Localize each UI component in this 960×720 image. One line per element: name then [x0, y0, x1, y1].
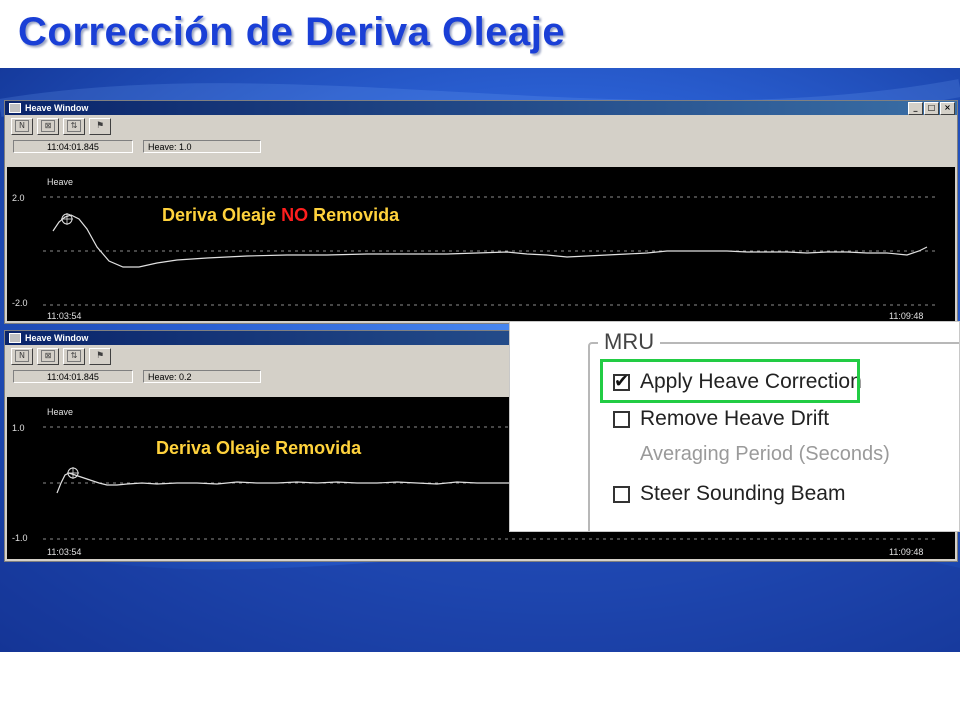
flag-button[interactable]: ⚑ — [89, 347, 111, 365]
flag-button[interactable]: ⚑ — [89, 117, 111, 135]
window-titlebar[interactable]: Heave Window _ □ × — [5, 101, 957, 115]
steer-sounding-beam-option[interactable]: Steer Sounding Beam — [613, 482, 845, 506]
y-bottom-label: -1.0 — [12, 533, 28, 543]
x-box-icon: ⊠ — [41, 350, 55, 362]
window-app-icon — [9, 103, 21, 113]
heave-plot: Heave 2.0 -2.0 11:03:54 11:09:48 — [7, 167, 955, 321]
heave-trace — [56, 472, 512, 494]
y-top-label: 1.0 — [12, 423, 25, 433]
series-label: Heave — [47, 407, 73, 417]
annotation-part-3: Removida — [308, 205, 400, 225]
time-readout: 11:04:01.845 — [13, 139, 133, 153]
x-start-label: 11:03:54 — [47, 311, 81, 321]
n-icon: N — [15, 350, 29, 362]
series-label: Heave — [47, 177, 73, 187]
steer-sounding-beam-checkbox[interactable] — [613, 485, 630, 503]
n-button[interactable]: N — [11, 347, 33, 365]
time-readout: 11:04:01.845 — [13, 369, 133, 383]
remove-heave-drift-checkbox[interactable] — [613, 410, 630, 428]
close-button[interactable]: × — [940, 102, 955, 115]
scale-button[interactable]: ⇅ — [63, 117, 85, 135]
n-button[interactable]: N — [11, 117, 33, 135]
clear-button[interactable]: ⊠ — [37, 347, 59, 365]
annotation-emphasis: NO — [281, 205, 309, 225]
n-icon: N — [15, 120, 29, 132]
x-box-icon: ⊠ — [41, 120, 55, 132]
x-end-label: 11:09:48 — [889, 547, 923, 557]
heave-window-top[interactable]: Heave Window _ □ × N ⊠ ⇅ ⚑ 11:04:01.845 … — [4, 100, 958, 324]
heave-readout: Heave: 0.2 — [143, 369, 261, 383]
x-end-label: 11:09:48 — [889, 311, 923, 321]
heave-plot-svg: Heave 2.0 -2.0 11:03:54 11:09:48 — [12, 177, 939, 321]
y-top-label: 2.0 — [12, 193, 25, 203]
x-start-label: 11:03:54 — [47, 547, 81, 557]
remove-heave-drift-label: Remove Heave Drift — [640, 407, 830, 430]
window-toolbar: N ⊠ ⇅ ⚑ — [5, 115, 957, 137]
mru-settings-panel: MRU ✔ Apply Heave Correction Remove Heav… — [509, 321, 960, 532]
flag-icon: ⚑ — [95, 351, 105, 361]
up-down-arrows-icon: ⇅ — [67, 350, 81, 362]
flag-icon: ⚑ — [95, 121, 105, 131]
highlight-box — [600, 359, 860, 403]
remove-heave-drift-option[interactable]: Remove Heave Drift — [613, 407, 829, 431]
scale-button[interactable]: ⇅ — [63, 347, 85, 365]
maximize-button[interactable]: □ — [924, 102, 939, 115]
heave-readout: Heave: 1.0 — [143, 139, 261, 153]
window-title: Heave Window — [25, 333, 89, 343]
annotation-drift-removed: Deriva Oleaje Removida — [156, 438, 362, 458]
mru-legend: MRU — [598, 329, 661, 355]
window-title: Heave Window — [25, 103, 89, 113]
clear-button[interactable]: ⊠ — [37, 117, 59, 135]
averaging-period-label: Averaging Period (Seconds) — [640, 443, 890, 465]
minimize-button[interactable]: _ — [908, 102, 923, 115]
y-bottom-label: -2.0 — [12, 298, 28, 308]
annotation-drift-not-removed: Deriva Oleaje NO Removida — [162, 205, 399, 226]
window-app-icon — [9, 333, 21, 343]
steer-sounding-beam-label: Steer Sounding Beam — [640, 482, 846, 505]
slide-title: Corrección de Deriva Oleaje — [18, 10, 566, 54]
up-down-arrows-icon: ⇅ — [67, 120, 81, 132]
annotation-part-1: Deriva Oleaje — [162, 205, 282, 225]
